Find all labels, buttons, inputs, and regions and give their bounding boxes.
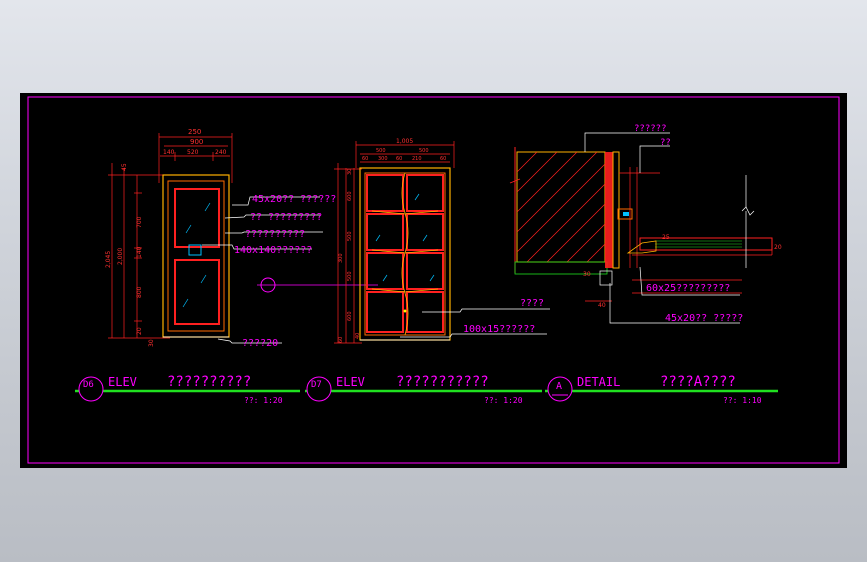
d6-tag: D6 <box>83 380 94 390</box>
d7-note-1: 100x15?????? <box>463 324 535 335</box>
detail-note-2: 60x25????????? <box>646 283 730 294</box>
d6-name: ?????????? <box>167 374 251 390</box>
d6-title-block: D6 ELEV ?????????? ??: 1:20 <box>75 374 300 405</box>
d7-dim-left-7: 60 <box>338 337 344 343</box>
d6-scale: ??: 1:20 <box>244 396 283 405</box>
detail-a-name: ????A???? <box>660 374 736 390</box>
d7-view: ELEV <box>336 375 365 389</box>
detail-a-scale: ??: 1:10 <box>723 396 762 405</box>
d7-panels <box>366 172 444 336</box>
d7-scale: ??: 1:20 <box>484 396 523 405</box>
detail-wall <box>509 147 608 275</box>
drawing-detail-a: 20 25 40 30 ?????? ?? 60x25????????? 45x… <box>509 124 782 405</box>
detail-note-3: 45x20?? ????? <box>665 313 743 324</box>
d7-dim-left-0: 30 <box>347 169 353 175</box>
d7-dim-left-1: 600 <box>347 191 353 201</box>
d6-view: ELEV <box>108 375 137 389</box>
d6-dim-top-4: 240 <box>215 149 227 156</box>
d7-dim-left-2: 500 <box>347 231 353 241</box>
d6-dim-left-7: 30 <box>148 339 155 347</box>
d7-dim-top-6: 210 <box>412 156 422 162</box>
d7-tag: D7 <box>311 380 322 390</box>
d7-name: ??????????? <box>396 374 489 390</box>
d6-dim-left-5: 800 <box>136 286 143 298</box>
detail-note-1: ?? <box>660 138 671 148</box>
d7-dim-top-1: 500 <box>376 148 386 154</box>
d6-dim-left-3: 140 <box>136 246 143 258</box>
d7-dim-top-5: 60 <box>396 156 402 162</box>
detail-dim-3: 30 <box>583 271 591 278</box>
detail-a-view: DETAIL <box>577 375 620 389</box>
d7-note-0: ???? <box>520 298 544 309</box>
detail-dim-1: 25 <box>662 234 670 241</box>
detail-a-title-block: A DETAIL ????A???? ??: 1:10 <box>545 374 778 405</box>
d6-dim-top-2: 140 <box>163 149 175 156</box>
d6-dim-top-0: 250 <box>188 128 201 136</box>
d6-dim-left-0: 45 <box>121 163 128 171</box>
d7-dim-left-4: 600 <box>347 311 353 321</box>
detail-note-0: ?????? <box>634 124 667 134</box>
d7-dim-top-0: 1,005 <box>396 138 413 145</box>
d6-dim-left-4: 700 <box>136 216 143 228</box>
d6-dim-left-1: 2,045 <box>105 251 112 268</box>
d6-dim-top-3: 520 <box>187 149 199 156</box>
d7-dim-top-4: 300 <box>378 156 388 162</box>
d7-top-dimensions <box>355 141 455 168</box>
detail-dim-2: 40 <box>598 302 606 309</box>
drawing-d6: 250 900 140 520 240 45 2,045 2,000 140 7… <box>75 128 378 405</box>
d6-dim-left-6: 20 <box>136 327 143 335</box>
d6-note-0: 45x20?? ?????? <box>252 194 336 205</box>
d6-dim-left-2: 2,000 <box>117 248 124 265</box>
d7-dim-left-5: 300 <box>338 253 344 263</box>
d6-dim-top-1: 900 <box>190 138 203 146</box>
cad-drawing-canvas[interactable]: 250 900 140 520 240 45 2,045 2,000 140 7… <box>20 93 847 468</box>
d6-note-1: ?? ????????? <box>250 212 322 223</box>
detail-break-lines <box>741 175 755 268</box>
d7-dim-top-7: 60 <box>440 156 446 162</box>
d6-note-2: ?????????? <box>245 229 305 240</box>
cad-viewport[interactable]: 250 900 140 520 240 45 2,045 2,000 140 7… <box>20 93 847 468</box>
d7-dim-top-3: 60 <box>362 156 368 162</box>
d6-note-4: ????20 <box>242 338 278 349</box>
detail-door-leaf <box>626 237 773 256</box>
d6-door-leaf <box>167 180 225 332</box>
d7-dim-left-3: 500 <box>347 271 353 281</box>
detail-jamb <box>599 151 660 286</box>
d7-dim-top-2: 500 <box>419 148 429 154</box>
d6-note-3: 140x140?????? <box>234 245 312 256</box>
d6-upper-glass <box>174 188 220 248</box>
d6-lower-glass <box>174 259 220 325</box>
d7-title-block: D7 ELEV ??????????? ??: 1:20 <box>305 374 542 405</box>
drawing-d7: 1,005 500 500 60 300 60 210 60 30 600 50… <box>305 138 550 405</box>
detail-a-tag: A <box>556 381 562 392</box>
detail-dim-0: 20 <box>774 244 782 251</box>
